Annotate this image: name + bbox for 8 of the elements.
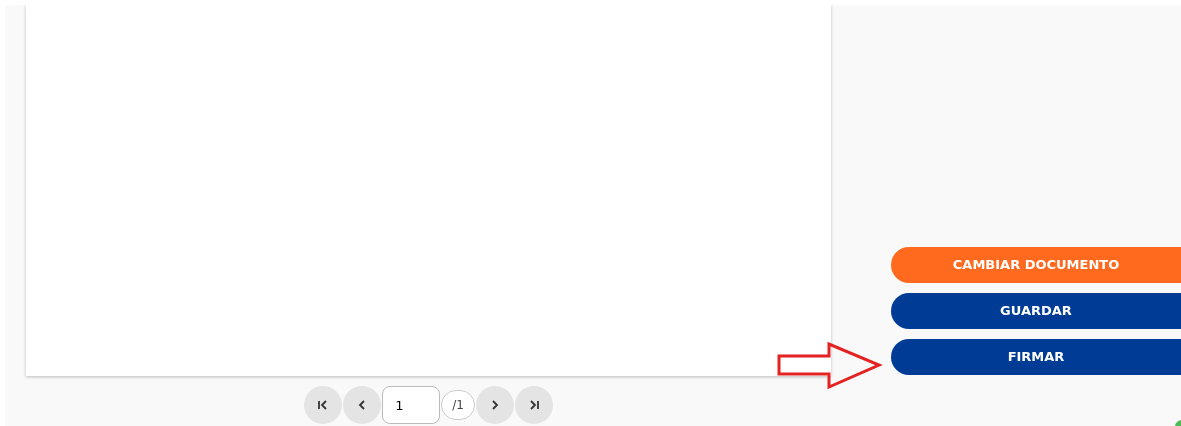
first-page-icon (317, 399, 330, 411)
action-button[interactable]: GUARDAR (891, 293, 1181, 329)
page-total: /1 (441, 390, 475, 420)
page-number-field[interactable]: 1 (382, 386, 441, 424)
action-button[interactable]: FIRMAR (891, 339, 1181, 375)
last-page-button[interactable] (514, 386, 553, 424)
last-page-icon (527, 399, 540, 411)
first-page-button[interactable] (304, 386, 343, 424)
